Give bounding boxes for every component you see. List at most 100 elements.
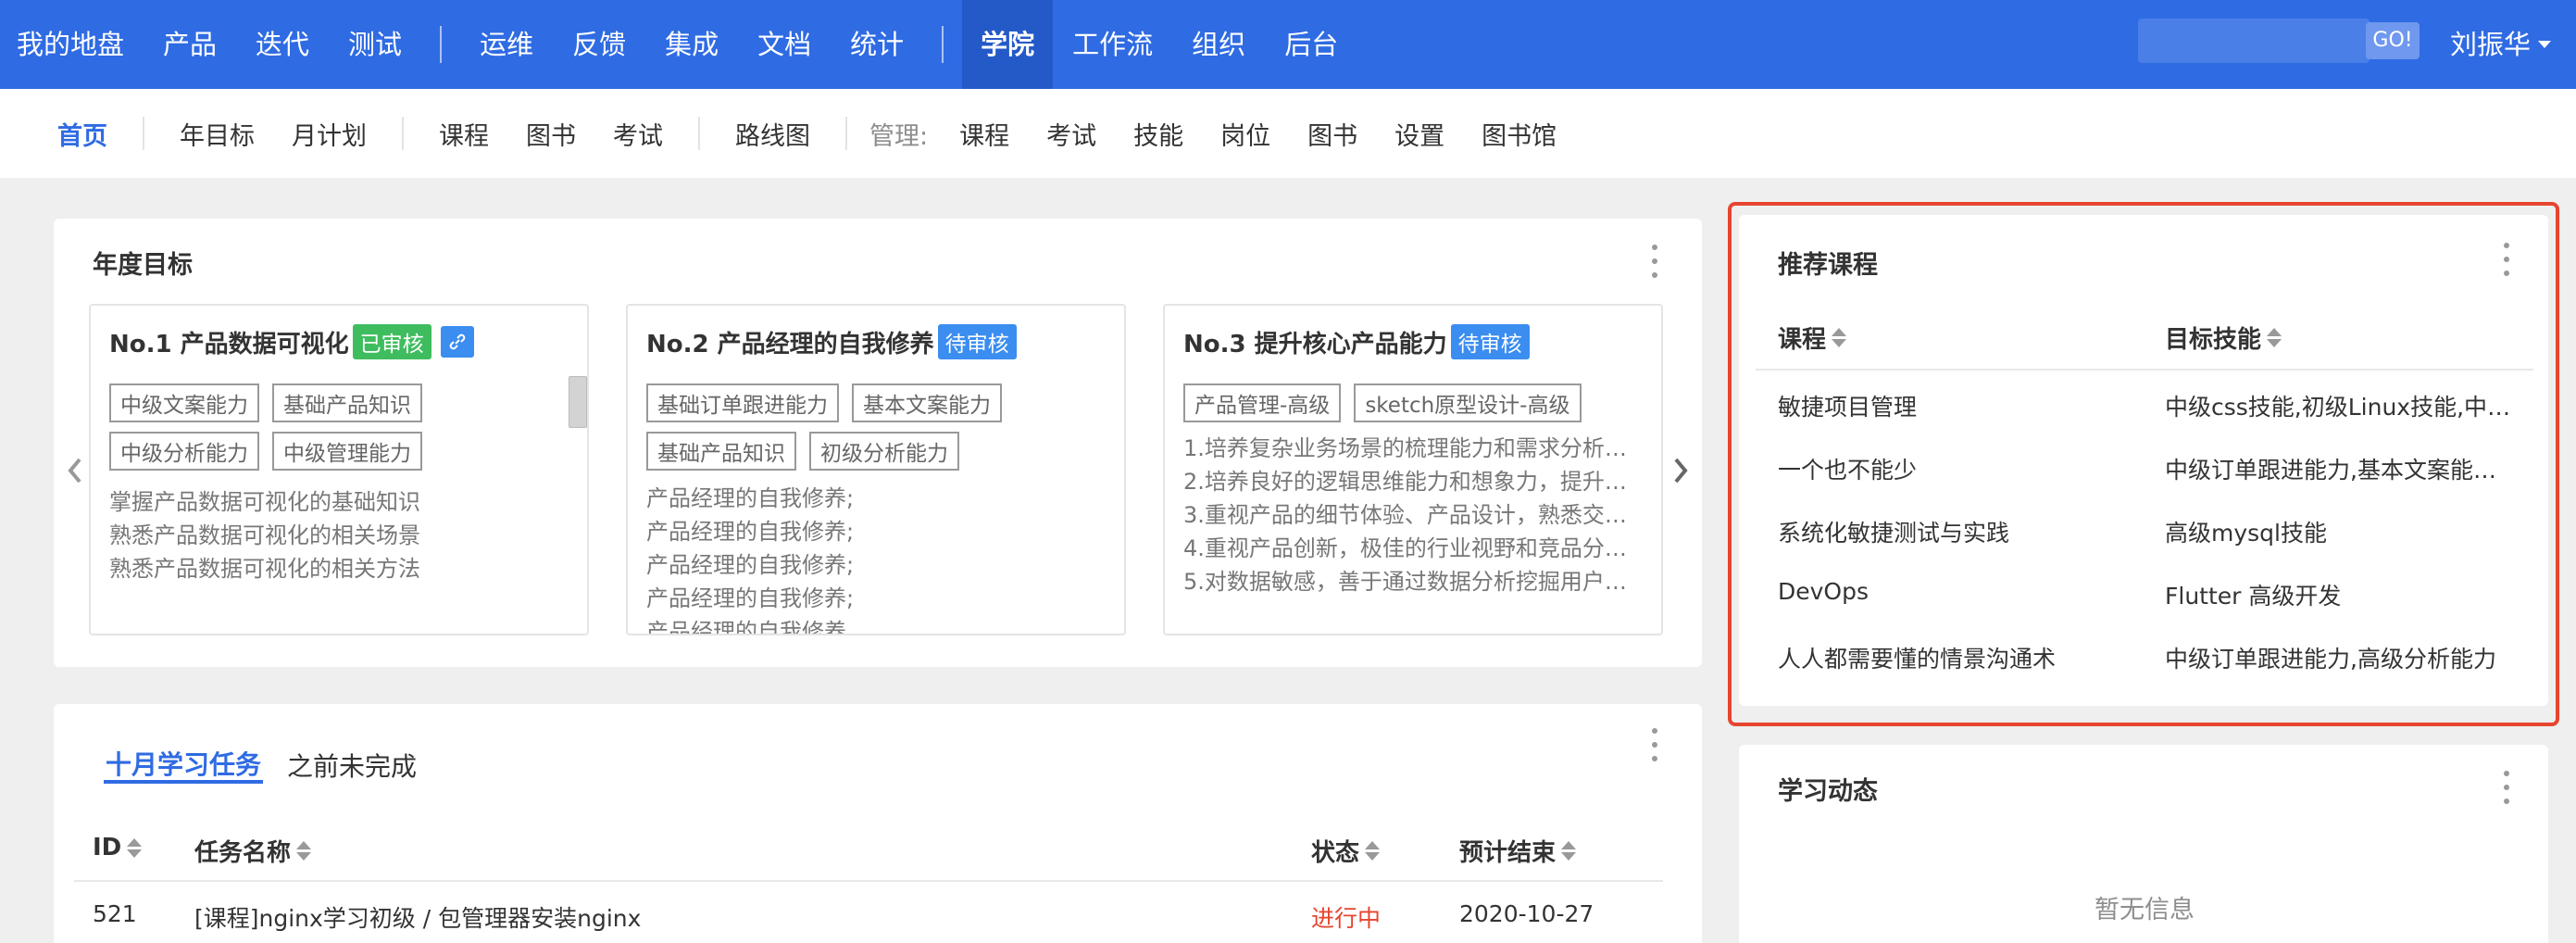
subnav-manage-settings[interactable]: 设置 [1376, 116, 1463, 152]
nav-docs[interactable]: 文档 [738, 0, 831, 89]
sub-navbar: 首页 年目标 月计划 课程 图书 考试 路线图 管理: 课程 考试 技能 岗位 … [0, 89, 2576, 178]
course-name-link[interactable]: 系统化敏捷测试与实践 [1778, 515, 2148, 548]
goal-card[interactable]: No.1 产品数据可视化 已审核 中级文案能力 基础产品知识 中级分析能力 中级… [89, 304, 589, 635]
course-target-skills: 高级mysql技能 [2165, 520, 2327, 547]
course-name-link[interactable]: DevOps [1778, 578, 2148, 605]
more-icon[interactable] [2502, 771, 2511, 804]
subnav-exam[interactable]: 考试 [594, 116, 682, 152]
goal-line: 产品经理的自我修养; [646, 552, 855, 578]
column-header-target-skills[interactable]: 目标技能 [2165, 321, 2282, 355]
nav-stats[interactable]: 统计 [831, 0, 923, 89]
goal-line: 5.对数据敏感，善于通过数据分析挖掘用户需求 [1183, 569, 1646, 595]
goal-card-header: No.3 提升核心产品能力 待审核 [1183, 324, 1530, 359]
course-name-link[interactable]: 人人都需要懂的情景沟通术 [1778, 641, 2148, 674]
user-menu[interactable]: 刘振华 [2450, 0, 2552, 89]
chevron-right-icon[interactable] [1667, 452, 1694, 489]
nav-workflow[interactable]: 工作流 [1053, 0, 1172, 89]
skill-tags: 基础订单跟进能力 基本文案能力 基础产品知识 初级分析能力 [646, 383, 1109, 471]
column-header-label: 预计结束 [1459, 839, 1557, 867]
skill-tag: sketch原型设计-高级 [1354, 383, 1582, 422]
subnav-monthly-plan[interactable]: 月计划 [273, 116, 385, 152]
goal-description: 1.培养复杂业务场景的梳理能力和需求分析能力 2.培养良好的逻辑思维能力和想象力… [1183, 432, 1646, 598]
skill-tag: 基本文案能力 [852, 383, 1002, 422]
subnav-manage-course[interactable]: 课程 [941, 116, 1028, 152]
more-icon[interactable] [2502, 243, 2511, 276]
subnav-manage-library[interactable]: 图书馆 [1463, 116, 1575, 152]
course-target-skills: Flutter 高级开发 [2165, 583, 2342, 610]
subnav-divider [402, 117, 404, 150]
subnav-annual-goal[interactable]: 年目标 [161, 116, 273, 152]
task-id: 521 [93, 900, 137, 927]
goal-line: 产品经理的自我修养 [646, 619, 846, 635]
goal-title: No.2 产品经理的自我修养 [646, 330, 934, 358]
nav-iteration[interactable]: 迭代 [236, 0, 329, 89]
column-header-course[interactable]: 课程 [1778, 321, 1847, 355]
course-target-skills: 中级订单跟进能力,高级分析能力 [2165, 646, 2496, 673]
more-icon[interactable] [1650, 245, 1659, 278]
task-end-date: 2020-10-27 [1459, 900, 1594, 927]
subnav-manage-skill[interactable]: 技能 [1115, 116, 1202, 152]
skill-tag: 产品管理-高级 [1183, 383, 1342, 422]
task-name-link[interactable]: [课程]nginx学习初级 / 包管理器安装nginx [194, 900, 641, 934]
goal-card[interactable]: No.3 提升核心产品能力 待审核 产品管理-高级 sketch原型设计-高级 … [1163, 304, 1663, 635]
nav-admin[interactable]: 后台 [1265, 0, 1357, 89]
column-header-end-date[interactable]: 预计结束 [1459, 834, 1577, 868]
nav-product[interactable]: 产品 [144, 0, 236, 89]
course-name-link[interactable]: 一个也不能少 [1778, 452, 2148, 485]
goal-line: 产品经理的自我修养; [646, 585, 855, 611]
subnav-manage-label: 管理: [869, 121, 929, 151]
column-header-label: ID [93, 834, 122, 861]
column-header-status[interactable]: 状态 [1311, 834, 1381, 868]
tab-october-tasks[interactable]: 十月学习任务 [106, 745, 261, 782]
goal-line: 熟悉产品数据可视化的相关场景 [109, 522, 420, 548]
subnav-course[interactable]: 课程 [420, 116, 507, 152]
column-header-id[interactable]: ID [93, 834, 143, 861]
search-input[interactable] [2138, 19, 2360, 63]
nav-ops[interactable]: 运维 [460, 0, 553, 89]
nav-academy[interactable]: 学院 [962, 0, 1054, 89]
chevron-left-icon[interactable] [61, 452, 89, 489]
column-header-label: 课程 [1778, 326, 1827, 354]
subnav-manage-book[interactable]: 图书 [1289, 116, 1376, 152]
goal-line: 熟悉产品数据可视化的相关方法 [109, 556, 420, 582]
scrollbar-thumb[interactable] [569, 376, 587, 428]
course-name-link[interactable]: 敏捷项目管理 [1778, 389, 2148, 422]
more-icon[interactable] [1650, 728, 1659, 761]
status-badge: 待审核 [937, 324, 1017, 359]
nav-my-home[interactable]: 我的地盘 [17, 0, 144, 89]
column-header-label: 任务名称 [194, 839, 292, 867]
tab-active-indicator [104, 780, 263, 784]
subnav-divider [845, 117, 847, 150]
subnav-manage-position[interactable]: 岗位 [1202, 116, 1289, 152]
subnav-divider [143, 117, 144, 150]
nav-feedback[interactable]: 反馈 [553, 0, 645, 89]
subnav-roadmap[interactable]: 路线图 [717, 116, 829, 152]
course-target-skills: 中级css技能,初级Linux技能,中级管理能力 [2165, 394, 2517, 421]
goal-description: 掌握产品数据可视化的基础知识 熟悉产品数据可视化的相关场景 熟悉产品数据可视化的… [109, 485, 572, 585]
goal-card[interactable]: No.2 产品经理的自我修养 待审核 基础订单跟进能力 基本文案能力 基础产品知… [626, 304, 1126, 635]
tab-previous-unfinished[interactable]: 之前未完成 [287, 747, 417, 784]
chevron-down-icon [2538, 41, 2552, 48]
column-header-task-name[interactable]: 任务名称 [194, 834, 312, 868]
nav-integration[interactable]: 集成 [645, 0, 738, 89]
goal-description: 产品经理的自我修养; 产品经理的自我修养; 产品经理的自我修养; 产品经理的自我… [646, 482, 1109, 635]
search-box [2138, 19, 2370, 63]
sort-icon [1832, 328, 1847, 347]
nav-org[interactable]: 组织 [1172, 0, 1265, 89]
top-navbar: 我的地盘 产品 迭代 测试 运维 反馈 集成 文档 统计 学院 工作流 组织 后… [0, 0, 2576, 89]
column-header-label: 目标技能 [2165, 326, 2262, 354]
sort-icon [2267, 328, 2282, 347]
search-go-button[interactable]: GO! [2366, 22, 2420, 59]
skill-tag: 中级文案能力 [109, 383, 259, 422]
goal-card-header: No.1 产品数据可视化 已审核 [109, 324, 474, 359]
goal-card-header: No.2 产品经理的自我修养 待审核 [646, 324, 1017, 359]
nav-test[interactable]: 测试 [329, 0, 421, 89]
sort-icon [1365, 841, 1381, 861]
link-icon[interactable] [440, 326, 474, 358]
task-status: 进行中 [1311, 905, 1382, 932]
subnav-manage-exam[interactable]: 考试 [1028, 116, 1115, 152]
goal-line: 掌握产品数据可视化的基础知识 [109, 489, 420, 515]
subnav-book[interactable]: 图书 [507, 116, 594, 152]
goal-line: 2.培养良好的逻辑思维能力和想象力，提升产品设计 [1183, 469, 1646, 495]
subnav-home[interactable]: 首页 [39, 116, 126, 152]
